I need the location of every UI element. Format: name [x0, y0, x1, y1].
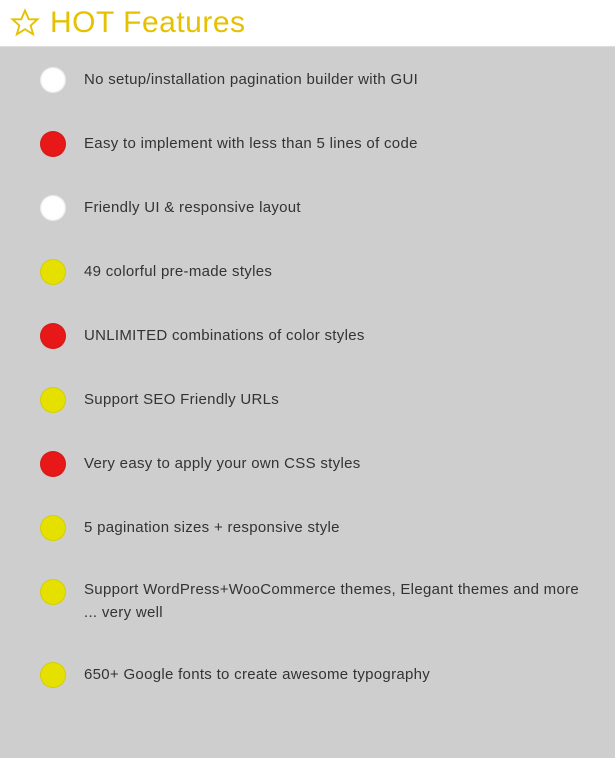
list-item: 49 colorful pre-made styles: [24, 259, 591, 285]
list-item: 5 pagination sizes + responsive style: [24, 515, 591, 541]
feature-text: No setup/installation pagination builder…: [84, 69, 418, 92]
feature-text: Very easy to apply your own CSS styles: [84, 453, 361, 476]
feature-list: No setup/installation pagination builder…: [0, 47, 615, 746]
list-item: UNLIMITED combinations of color styles: [24, 323, 591, 349]
bullet-icon: [40, 387, 66, 413]
bullet-icon: [40, 579, 66, 605]
feature-text: Easy to implement with less than 5 lines…: [84, 133, 418, 156]
bullet-icon: [40, 195, 66, 221]
bullet-icon: [40, 131, 66, 157]
header: HOT Features: [0, 0, 615, 47]
list-item: Friendly UI & responsive layout: [24, 195, 591, 221]
bullet-icon: [40, 259, 66, 285]
header-title: HOT Features: [50, 6, 246, 40]
feature-text: Friendly UI & responsive layout: [84, 197, 301, 220]
feature-text: Support WordPress+WooCommerce themes, El…: [84, 579, 591, 624]
list-item: Very easy to apply your own CSS styles: [24, 451, 591, 477]
bullet-icon: [40, 323, 66, 349]
feature-text: UNLIMITED combinations of color styles: [84, 325, 365, 348]
feature-text: 49 colorful pre-made styles: [84, 261, 272, 284]
list-item: Support WordPress+WooCommerce themes, El…: [24, 579, 591, 624]
feature-text: Support SEO Friendly URLs: [84, 389, 279, 412]
feature-text: 650+ Google fonts to create awesome typo…: [84, 664, 430, 687]
list-item: Easy to implement with less than 5 lines…: [24, 131, 591, 157]
feature-text: 5 pagination sizes + responsive style: [84, 517, 340, 540]
list-item: No setup/installation pagination builder…: [24, 67, 591, 93]
list-item: 650+ Google fonts to create awesome typo…: [24, 662, 591, 688]
bullet-icon: [40, 662, 66, 688]
bullet-icon: [40, 515, 66, 541]
bullet-icon: [40, 451, 66, 477]
star-icon: [10, 8, 40, 38]
list-item: Support SEO Friendly URLs: [24, 387, 591, 413]
bullet-icon: [40, 67, 66, 93]
